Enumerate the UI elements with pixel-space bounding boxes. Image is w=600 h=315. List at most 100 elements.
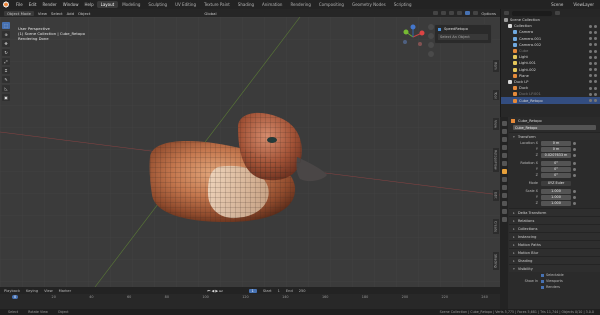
navigation-gizmo[interactable]: [400, 24, 426, 50]
gizmo-z-icon[interactable]: [410, 24, 416, 30]
timeline-ruler[interactable]: 0 20 40 60 80 100 120 140 160 180 200 22…: [0, 294, 500, 300]
current-frame-field[interactable]: 1: [248, 288, 257, 293]
menu-select[interactable]: Select: [51, 11, 63, 16]
constraints-props-icon[interactable]: [501, 201, 507, 206]
section-shading[interactable]: Shading: [509, 256, 600, 264]
select-object-field[interactable]: Select An Object: [438, 34, 488, 40]
menu-window[interactable]: Window: [60, 2, 82, 7]
menu-edit[interactable]: Edit: [26, 2, 40, 7]
eye-icon[interactable]: [589, 30, 592, 34]
outliner[interactable]: Scene Collection Collection Camera Camera.…: [500, 9, 600, 117]
tab-animation[interactable]: Animation: [258, 1, 286, 8]
location-x-field[interactable]: 0 m: [541, 140, 571, 146]
tab-item[interactable]: Item: [492, 60, 499, 72]
eye-icon[interactable]: [589, 43, 592, 47]
eye-icon[interactable]: [589, 49, 592, 53]
tab-sculpting[interactable]: Sculpting: [144, 1, 171, 8]
section-motion-paths[interactable]: Motion Paths: [509, 240, 600, 248]
scale-y-field[interactable]: 1.000: [541, 194, 571, 200]
menu-object[interactable]: Object: [78, 11, 90, 16]
rotate-icon[interactable]: ↻: [2, 49, 10, 56]
render-props-icon[interactable]: [501, 129, 507, 134]
eye-icon[interactable]: [589, 24, 592, 28]
timeline-menu-playback[interactable]: Playback: [4, 289, 20, 293]
physics-props-icon[interactable]: [501, 193, 507, 198]
selectable-checkbox[interactable]: [541, 273, 544, 277]
location-y-field[interactable]: 0 m: [541, 146, 571, 152]
end-frame-field[interactable]: 250: [299, 289, 306, 293]
tab-scripting[interactable]: Scripting: [390, 1, 416, 8]
camera-render-icon[interactable]: [594, 43, 597, 47]
timeline-menu-keying[interactable]: Keying: [26, 289, 38, 293]
rotation-z-field[interactable]: 0°: [541, 172, 571, 178]
orientation-dropdown[interactable]: Global: [204, 11, 216, 16]
material-props-icon[interactable]: [501, 217, 507, 222]
camera-render-icon[interactable]: [594, 61, 597, 65]
tab-layout[interactable]: Layout: [96, 1, 119, 8]
tab-tool[interactable]: Tool: [492, 89, 499, 101]
eye-icon[interactable]: [589, 37, 592, 41]
annotate-icon[interactable]: ✎: [2, 76, 10, 83]
add-cube-icon[interactable]: ▣: [2, 94, 10, 101]
section-collections[interactable]: Collections: [509, 224, 600, 232]
view-layer-props-icon[interactable]: [501, 145, 507, 150]
object-props-icon[interactable]: [501, 169, 507, 174]
camera-render-icon[interactable]: [594, 99, 597, 103]
camera-render-icon[interactable]: [594, 55, 597, 59]
scale-x-field[interactable]: 1.000: [541, 188, 571, 194]
section-visibility[interactable]: Visibility: [509, 264, 600, 272]
tab-shading[interactable]: Shading: [234, 1, 258, 8]
gizmo-toggle-icon[interactable]: [441, 10, 447, 15]
options-dropdown[interactable]: Options: [481, 11, 496, 16]
tab-uv-editing[interactable]: UV Editing: [171, 1, 200, 8]
menu-add[interactable]: Add: [67, 11, 74, 16]
perspective-toggle-icon[interactable]: [428, 51, 434, 57]
timeline-menu-view[interactable]: View: [44, 289, 53, 293]
eye-icon[interactable]: [589, 99, 592, 103]
rotation-y-field[interactable]: 0°: [541, 166, 571, 172]
tab-edit[interactable]: Edit: [492, 190, 499, 201]
rotation-x-field[interactable]: 0°: [541, 160, 571, 166]
rotation-mode-dropdown[interactable]: XYZ Euler: [541, 180, 571, 186]
shading-solid-icon[interactable]: [465, 10, 471, 15]
eye-icon[interactable]: [589, 86, 592, 90]
camera-view-icon[interactable]: [428, 42, 434, 48]
camera-render-icon[interactable]: [594, 86, 597, 90]
particles-props-icon[interactable]: [501, 185, 507, 190]
start-frame-field[interactable]: 1: [278, 289, 280, 293]
eye-icon[interactable]: [589, 68, 592, 72]
tab-compositing[interactable]: Compositing: [315, 1, 348, 8]
object-name-field[interactable]: Cube_Retopo: [513, 125, 596, 130]
tab-geometry-nodes[interactable]: Geometry Nodes: [348, 1, 390, 8]
3d-viewport[interactable]: [0, 17, 500, 287]
tab-create[interactable]: Create: [492, 218, 499, 234]
modifier-props-icon[interactable]: [501, 177, 507, 182]
play-controls-icon[interactable]: ⏮ ◀ ▶ ⏭: [207, 289, 222, 293]
camera-render-icon[interactable]: [594, 68, 597, 72]
menu-help[interactable]: Help: [81, 2, 96, 7]
overlay-toggle-icon[interactable]: [449, 10, 455, 15]
xray-toggle-icon[interactable]: [457, 10, 463, 15]
outliner-item[interactable]: Cube_Retopo: [501, 97, 600, 104]
viewport-canvas[interactable]: [0, 17, 500, 287]
gizmo-x-icon[interactable]: [419, 30, 425, 36]
visibility-icon[interactable]: [433, 10, 439, 15]
tab-rendering[interactable]: Rendering: [286, 1, 314, 8]
renders-checkbox[interactable]: [541, 285, 544, 289]
eye-icon[interactable]: [589, 80, 592, 84]
scale-z-field[interactable]: 1.000: [541, 200, 571, 206]
camera-render-icon[interactable]: [594, 37, 597, 41]
camera-render-icon[interactable]: [594, 80, 597, 84]
location-z-field[interactable]: 0.0207633 m: [541, 152, 571, 158]
view-layer-selector[interactable]: ViewLayer: [573, 2, 594, 7]
menu-file[interactable]: File: [13, 2, 26, 7]
section-motion-blur[interactable]: Motion Blur: [509, 248, 600, 256]
blender-logo-icon[interactable]: [2, 1, 10, 8]
gizmo-y-icon[interactable]: [403, 29, 409, 35]
eye-icon[interactable]: [589, 55, 592, 59]
section-instancing[interactable]: Instancing: [509, 232, 600, 240]
object-mode-dropdown[interactable]: Object Mode: [4, 10, 34, 16]
move-icon[interactable]: ✥: [2, 40, 10, 47]
measure-icon[interactable]: ◺: [2, 85, 10, 92]
scene-selector[interactable]: Scene: [551, 2, 563, 7]
